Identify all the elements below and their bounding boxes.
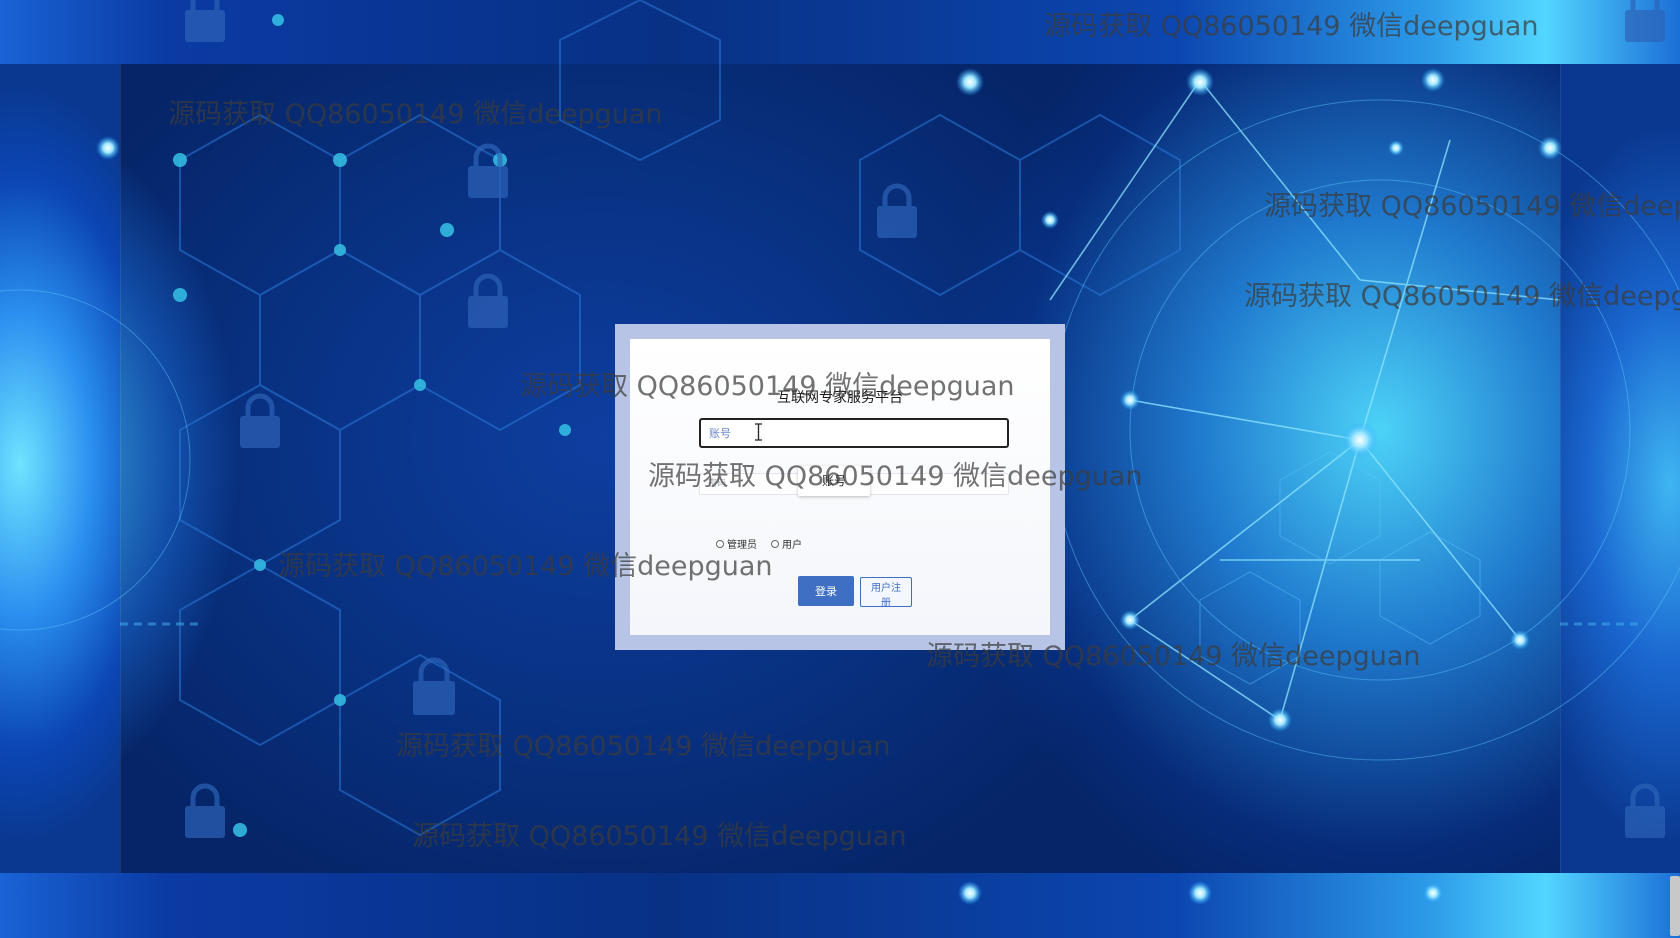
radio-user[interactable] bbox=[771, 539, 779, 548]
role-option-admin[interactable]: 管理员 bbox=[716, 536, 757, 551]
autofill-tooltip: 账号 bbox=[798, 466, 870, 496]
scrollbar-thumb[interactable] bbox=[1670, 876, 1680, 936]
role-label-user: 用户 bbox=[782, 540, 802, 551]
login-button[interactable]: 登录 bbox=[798, 576, 854, 606]
text-cursor-icon bbox=[755, 423, 762, 441]
background-seam-right bbox=[1560, 64, 1561, 873]
role-option-user[interactable]: 用户 bbox=[771, 536, 802, 551]
login-form: 互联网专家服务平台 账号 管理员 用户 登录 用户注册 bbox=[630, 339, 1050, 635]
background-seam-left bbox=[120, 64, 121, 873]
account-input[interactable] bbox=[699, 418, 1009, 448]
login-panel: 互联网专家服务平台 账号 管理员 用户 登录 用户注册 bbox=[615, 324, 1065, 650]
register-button[interactable]: 用户注册 bbox=[860, 577, 912, 609]
login-title: 互联网专家服务平台 bbox=[777, 390, 903, 406]
radio-admin[interactable] bbox=[716, 539, 724, 548]
role-selector: 管理员 用户 bbox=[716, 536, 802, 551]
role-label-admin: 管理员 bbox=[727, 540, 757, 551]
